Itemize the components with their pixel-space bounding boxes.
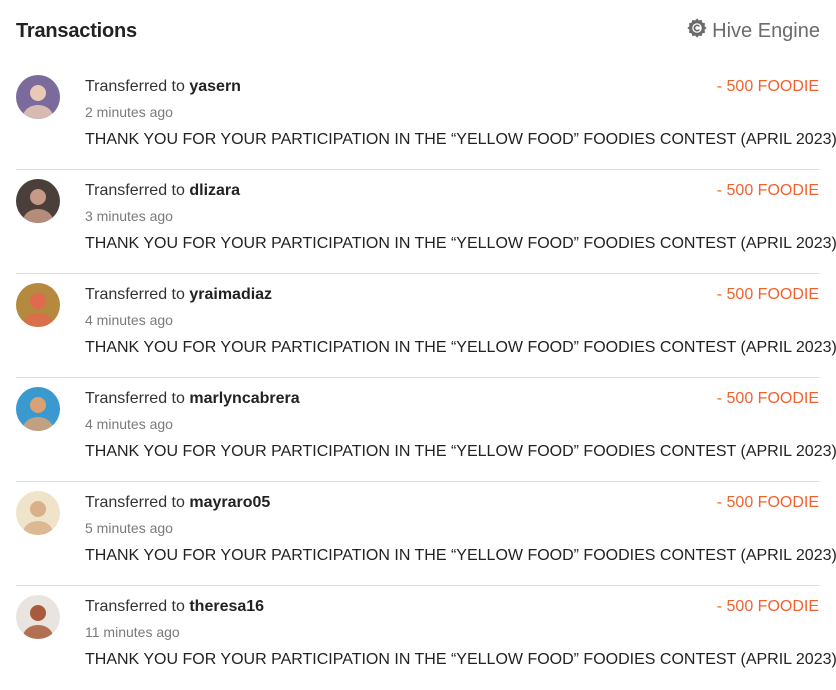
amount: - 500 FOODIE: [716, 494, 819, 511]
avatar[interactable]: [16, 491, 60, 535]
transfer-prefix: Transferred to: [85, 390, 185, 407]
amount: - 500 FOODIE: [716, 390, 819, 407]
transfer-line: Transferred to mayraro05: [85, 494, 270, 512]
timestamp: 4 minutes ago: [85, 416, 173, 432]
recipient-username[interactable]: theresa16: [189, 598, 264, 615]
avatar[interactable]: [16, 595, 60, 639]
recipient-username[interactable]: dlizara: [189, 182, 240, 199]
timestamp: 11 minutes ago: [85, 624, 180, 640]
transactions-panel: Transactions Hive Engine Transferred to …: [0, 0, 836, 675]
recipient-username[interactable]: yraimadiaz: [189, 286, 272, 303]
transfer-prefix: Transferred to: [85, 78, 185, 95]
hive-engine-link[interactable]: Hive Engine: [686, 17, 820, 45]
avatar[interactable]: [16, 179, 60, 223]
panel-header: Transactions Hive Engine: [16, 14, 820, 48]
transaction-row[interactable]: Transferred to yasern - 500 FOODIE 2 min…: [16, 66, 836, 170]
memo: THANK YOU FOR YOUR PARTICIPATION IN THE …: [85, 131, 836, 148]
avatar[interactable]: [16, 75, 60, 119]
recipient-username[interactable]: yasern: [189, 78, 241, 95]
transaction-list: Transferred to yasern - 500 FOODIE 2 min…: [16, 66, 836, 690]
transfer-line: Transferred to marlyncabrera: [85, 390, 300, 408]
avatar[interactable]: [16, 387, 60, 431]
amount: - 500 FOODIE: [716, 598, 819, 615]
amount: - 500 FOODIE: [716, 78, 819, 95]
amount: - 500 FOODIE: [716, 182, 819, 199]
timestamp: 4 minutes ago: [85, 312, 173, 328]
avatar[interactable]: [16, 283, 60, 327]
hive-engine-label: Hive Engine: [712, 19, 820, 42]
transfer-prefix: Transferred to: [85, 494, 185, 511]
transaction-row[interactable]: Transferred to marlyncabrera - 500 FOODI…: [16, 378, 836, 482]
transfer-prefix: Transferred to: [85, 182, 185, 199]
memo: THANK YOU FOR YOUR PARTICIPATION IN THE …: [85, 339, 836, 356]
timestamp: 2 minutes ago: [85, 104, 173, 120]
memo: THANK YOU FOR YOUR PARTICIPATION IN THE …: [85, 651, 836, 668]
transaction-row[interactable]: Transferred to dlizara - 500 FOODIE 3 mi…: [16, 170, 836, 274]
transfer-prefix: Transferred to: [85, 598, 185, 615]
memo: THANK YOU FOR YOUR PARTICIPATION IN THE …: [85, 443, 836, 460]
amount: - 500 FOODIE: [716, 286, 819, 303]
transfer-line: Transferred to theresa16: [85, 598, 264, 616]
memo: THANK YOU FOR YOUR PARTICIPATION IN THE …: [85, 235, 836, 252]
recipient-username[interactable]: marlyncabrera: [189, 390, 299, 407]
timestamp: 3 minutes ago: [85, 208, 173, 224]
hive-engine-gear-icon: [686, 17, 708, 45]
transaction-row[interactable]: Transferred to theresa16 - 500 FOODIE 11…: [16, 586, 836, 690]
memo: THANK YOU FOR YOUR PARTICIPATION IN THE …: [85, 547, 836, 564]
panel-title: Transactions: [16, 19, 137, 42]
transfer-line: Transferred to yraimadiaz: [85, 286, 272, 304]
transfer-line: Transferred to yasern: [85, 78, 241, 96]
timestamp: 5 minutes ago: [85, 520, 173, 536]
transfer-line: Transferred to dlizara: [85, 182, 240, 200]
transfer-prefix: Transferred to: [85, 286, 185, 303]
transaction-row[interactable]: Transferred to yraimadiaz - 500 FOODIE 4…: [16, 274, 836, 378]
transaction-row[interactable]: Transferred to mayraro05 - 500 FOODIE 5 …: [16, 482, 836, 586]
recipient-username[interactable]: mayraro05: [189, 494, 270, 511]
